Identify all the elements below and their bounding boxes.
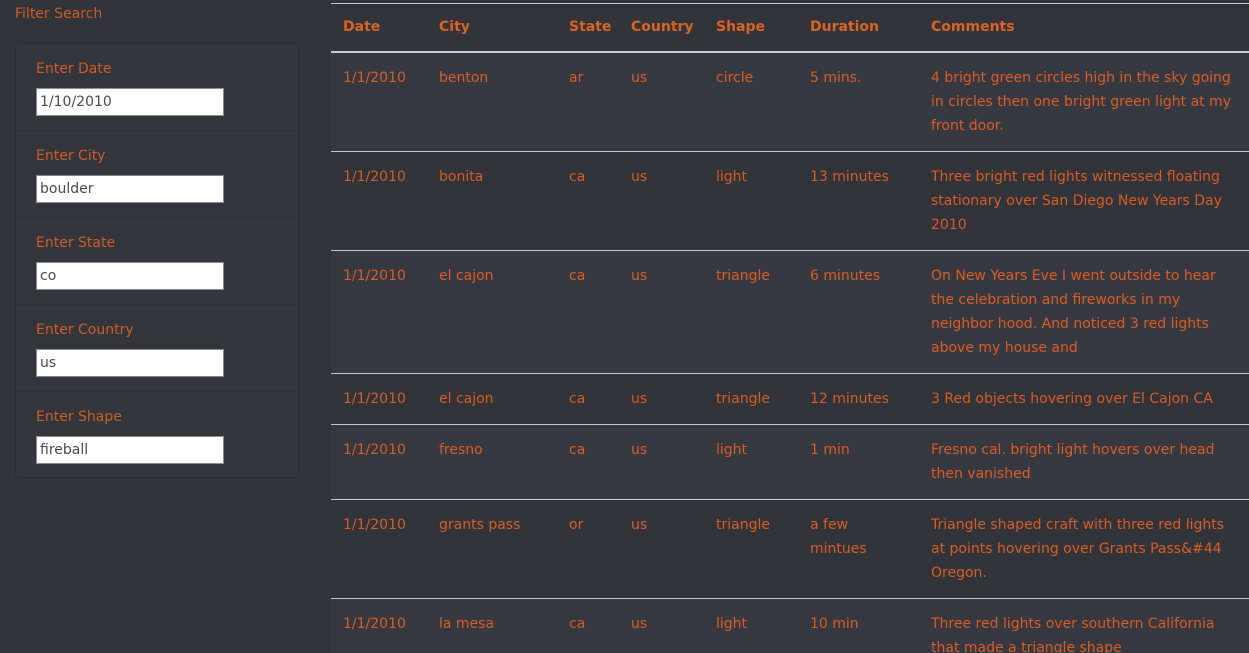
cell-state: ca bbox=[557, 151, 619, 251]
cell-country: us bbox=[619, 424, 704, 500]
filter-item-state: Enter State bbox=[16, 218, 298, 305]
cell-duration: 13 minutes bbox=[798, 151, 919, 251]
filter-panel: Enter Date Enter City Enter State Enter … bbox=[15, 43, 299, 478]
table-row: 1/1/2010 benton ar us circle 5 mins. 4 bright … bbox=[331, 51, 1249, 152]
cell-comments: Three bright red lights witnessed floati… bbox=[919, 151, 1249, 251]
cell-shape: triangle bbox=[704, 499, 798, 599]
cell-state: ca bbox=[557, 424, 619, 500]
cell-comments: Fresno cal. bright light hovers over hea… bbox=[919, 424, 1249, 500]
header-duration: Duration bbox=[798, 3, 919, 53]
cell-shape: light bbox=[704, 151, 798, 251]
date-input[interactable] bbox=[36, 88, 224, 116]
cell-duration: 6 minutes bbox=[798, 250, 919, 374]
cell-city: fresno bbox=[427, 424, 557, 500]
sidebar-title: Filter Search bbox=[15, 6, 103, 22]
cell-city: el cajon bbox=[427, 250, 557, 374]
cell-date: 1/1/2010 bbox=[331, 598, 427, 653]
cell-comments: Three red lights over southern Californi… bbox=[919, 598, 1249, 653]
filter-item-country: Enter Country bbox=[16, 305, 298, 392]
cell-date: 1/1/2010 bbox=[331, 373, 427, 425]
cell-state: or bbox=[557, 499, 619, 599]
filter-label-date: Enter Date bbox=[36, 61, 112, 77]
ufo-sightings-table: Date City State Country Shape Duration C… bbox=[331, 3, 1249, 653]
cell-country: us bbox=[619, 250, 704, 374]
cell-duration: 5 mins. bbox=[798, 51, 919, 152]
header-row: Date City State Country Shape Duration C… bbox=[331, 3, 1249, 53]
header-shape: Shape bbox=[704, 3, 798, 53]
cell-state: ca bbox=[557, 250, 619, 374]
table-row: 1/1/2010 la mesa ca us light 10 min Three red … bbox=[331, 598, 1249, 653]
cell-shape: light bbox=[704, 598, 798, 653]
cell-shape: triangle bbox=[704, 250, 798, 374]
cell-comments: On New Years Eve I went outside to hear … bbox=[919, 250, 1249, 374]
table-body: 1/1/2010 benton ar us circle 5 mins. 4 bright … bbox=[331, 51, 1249, 653]
cell-comments: 4 bright green circles high in the sky g… bbox=[919, 51, 1249, 152]
page: Filter Search Enter Date Enter City Ente… bbox=[0, 0, 1249, 653]
cell-city: grants pass bbox=[427, 499, 557, 599]
shape-input[interactable] bbox=[36, 436, 224, 464]
cell-city: el cajon bbox=[427, 373, 557, 425]
filter-label-country: Enter Country bbox=[36, 322, 134, 338]
cell-duration: 12 minutes bbox=[798, 373, 919, 425]
state-input[interactable] bbox=[36, 262, 224, 290]
cell-city: benton bbox=[427, 51, 557, 152]
cell-shape: triangle bbox=[704, 373, 798, 425]
cell-shape: circle bbox=[704, 51, 798, 152]
cell-state: ca bbox=[557, 373, 619, 425]
cell-duration: 10 min bbox=[798, 598, 919, 653]
filter-item-shape: Enter Shape bbox=[16, 392, 298, 479]
cell-date: 1/1/2010 bbox=[331, 51, 427, 152]
cell-country: us bbox=[619, 373, 704, 425]
table-row: 1/1/2010 fresno ca us light 1 min Fresno cal. … bbox=[331, 424, 1249, 500]
filter-item-city: Enter City bbox=[16, 131, 298, 218]
cell-state: ca bbox=[557, 598, 619, 653]
table-row: 1/1/2010 el cajon ca us triangle 6 minutes On … bbox=[331, 250, 1249, 374]
filter-sidebar: Filter Search Enter Date Enter City Ente… bbox=[0, 0, 316, 653]
filter-label-state: Enter State bbox=[36, 235, 116, 251]
cell-city: bonita bbox=[427, 151, 557, 251]
city-input[interactable] bbox=[36, 175, 224, 203]
cell-duration: a few mintues bbox=[798, 499, 919, 599]
cell-country: us bbox=[619, 51, 704, 152]
cell-country: us bbox=[619, 151, 704, 251]
cell-shape: light bbox=[704, 424, 798, 500]
cell-country: us bbox=[619, 598, 704, 653]
country-input[interactable] bbox=[36, 349, 224, 377]
table-row: 1/1/2010 grants pass or us triangle a few min… bbox=[331, 499, 1249, 599]
cell-country: us bbox=[619, 499, 704, 599]
header-date: Date bbox=[331, 3, 427, 53]
ufo-table-container: Date City State Country Shape Duration C… bbox=[331, 3, 1249, 653]
filter-label-city: Enter City bbox=[36, 148, 106, 164]
header-comments: Comments bbox=[919, 3, 1249, 53]
header-country: Country bbox=[619, 3, 704, 53]
cell-state: ar bbox=[557, 51, 619, 152]
cell-comments: 3 Red objects hovering over El Cajon CA bbox=[919, 373, 1249, 425]
filter-label-shape: Enter Shape bbox=[36, 409, 122, 425]
cell-date: 1/1/2010 bbox=[331, 250, 427, 374]
cell-date: 1/1/2010 bbox=[331, 424, 427, 500]
cell-city: la mesa bbox=[427, 598, 557, 653]
cell-date: 1/1/2010 bbox=[331, 499, 427, 599]
cell-date: 1/1/2010 bbox=[331, 151, 427, 251]
table-header: Date City State Country Shape Duration C… bbox=[331, 3, 1249, 53]
cell-duration: 1 min bbox=[798, 424, 919, 500]
table-row: 1/1/2010 el cajon ca us triangle 12 minutes 3 … bbox=[331, 373, 1249, 425]
filter-item-date: Enter Date bbox=[16, 44, 298, 131]
header-state: State bbox=[557, 3, 619, 53]
cell-comments: Triangle shaped craft with three red lig… bbox=[919, 499, 1249, 599]
header-city: City bbox=[427, 3, 557, 53]
table-row: 1/1/2010 bonita ca us light 13 minutes Three b… bbox=[331, 151, 1249, 251]
